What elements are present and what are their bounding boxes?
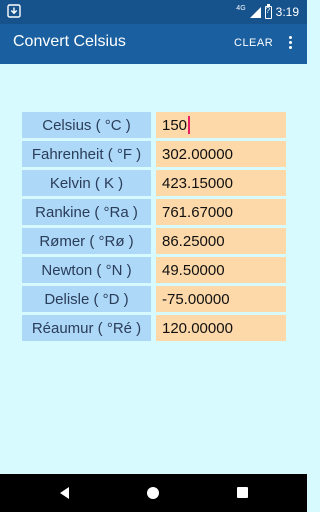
battery-icon [264, 3, 272, 19]
delisle-value[interactable]: -75.00000 [156, 286, 286, 312]
romer-label: Rømer ( °Rø ) [22, 228, 151, 254]
navigation-bar [0, 474, 307, 512]
row-delisle: Delisle ( °D ) -75.00000 [22, 286, 286, 312]
celsius-label: Celsius ( °C ) [22, 112, 151, 138]
signal-icon [249, 6, 261, 18]
reaumur-value[interactable]: 120.00000 [156, 315, 286, 341]
status-bar: 4G 3:19 [0, 0, 307, 24]
kelvin-label: Kelvin ( K ) [22, 170, 151, 196]
page-title: Convert Celsius [13, 33, 126, 50]
clear-button[interactable]: CLEAR [234, 37, 273, 49]
fahrenheit-label: Fahrenheit ( °F ) [22, 141, 151, 167]
row-fahrenheit: Fahrenheit ( °F ) 302.00000 [22, 141, 286, 167]
delisle-label: Delisle ( °D ) [22, 286, 151, 312]
newton-value[interactable]: 49.50000 [156, 257, 286, 283]
fahrenheit-value[interactable]: 302.00000 [156, 141, 286, 167]
rankine-value[interactable]: 761.67000 [156, 199, 286, 225]
row-reaumur: Réaumur ( °Ré ) 120.00000 [22, 315, 286, 341]
home-icon[interactable] [147, 487, 159, 499]
status-right: 4G 3:19 [236, 3, 299, 20]
kelvin-value[interactable]: 423.15000 [156, 170, 286, 196]
row-romer: Rømer ( °Rø ) 86.25000 [22, 228, 286, 254]
app-bar: Convert Celsius CLEAR [0, 24, 307, 64]
text-cursor [188, 116, 190, 134]
row-rankine: Rankine ( °Ra ) 761.67000 [22, 199, 286, 225]
back-icon[interactable] [60, 487, 69, 499]
row-kelvin: Kelvin ( K ) 423.15000 [22, 170, 286, 196]
clock: 3:19 [275, 5, 299, 19]
row-newton: Newton ( °N ) 49.50000 [22, 257, 286, 283]
overflow-menu-icon[interactable] [283, 34, 297, 54]
celsius-value: 150 [162, 116, 188, 134]
romer-value[interactable]: 86.25000 [156, 228, 286, 254]
newton-label: Newton ( °N ) [22, 257, 151, 283]
download-notification-icon [7, 4, 21, 18]
rankine-label: Rankine ( °Ra ) [22, 199, 151, 225]
reaumur-label: Réaumur ( °Ré ) [22, 315, 151, 341]
recent-apps-icon[interactable] [237, 487, 248, 498]
conversion-table: Celsius ( °C ) 150 Fahrenheit ( °F ) 302… [22, 112, 286, 344]
network-type: 4G [236, 4, 246, 12]
row-celsius: Celsius ( °C ) 150 [22, 112, 286, 138]
celsius-input[interactable]: 150 [156, 112, 286, 138]
